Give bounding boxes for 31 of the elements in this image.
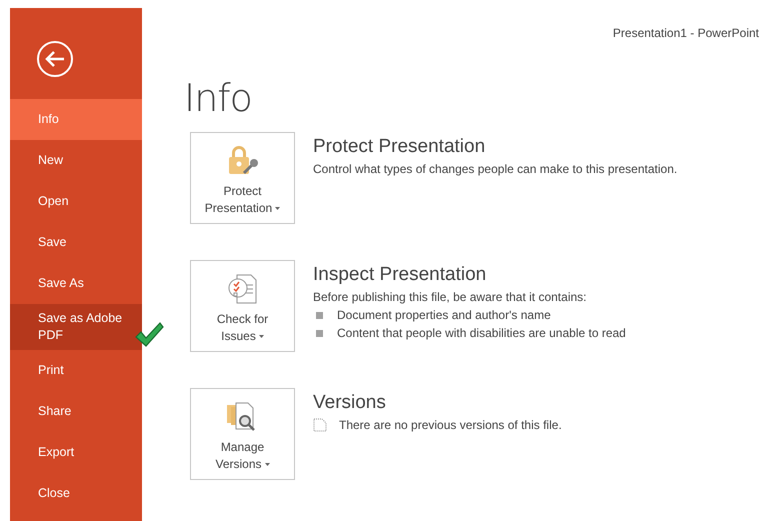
caret-icon [275,207,280,210]
section-button[interactable]: Protect Presentation [190,132,295,224]
section-button[interactable]: Manage Versions [190,388,295,480]
sidebar-item[interactable]: Save As [10,263,142,304]
versions-note: There are no previous versions of this file. [339,418,562,432]
caret-icon [258,335,264,338]
sidebar-item[interactable]: Save as Adobe PDF [10,304,142,350]
section-title: Protect Presentation [313,136,486,158]
sidebar-item[interactable]: New [10,140,142,181]
section-title: Inspect Presentation [313,264,488,286]
section-title: Versions [313,392,387,414]
bullet-icon [316,312,323,318]
caret-icon [264,463,270,466]
document-icon [313,418,327,432]
section-description: Before publishing this file, be aware that it contains: [313,290,588,304]
sidebar-item[interactable]: Close [10,473,142,514]
checklist-document-icon [226,273,258,305]
section-button[interactable]: Check for Issues [190,260,295,352]
window-title: Presentation1 - PowerPoint [612,26,759,40]
sidebar-item[interactable]: Save [10,222,142,263]
bullet-text: Document properties and author's name [337,308,551,322]
bullet-icon [316,330,323,336]
checkmark-icon [134,322,164,348]
sidebar-item[interactable]: Share [10,391,142,432]
sidebar-item[interactable]: Print [10,350,142,391]
sidebar-item[interactable]: Info [10,99,142,140]
bullet-text: Content that people with disabilities are unable to read [337,326,626,340]
page-heading: Info [184,76,253,120]
sidebar-item[interactable]: Open [10,181,142,222]
sidebar-item[interactable]: Export [10,432,142,473]
section-description: Control what types of changes people can make to this presentation. [313,162,678,176]
